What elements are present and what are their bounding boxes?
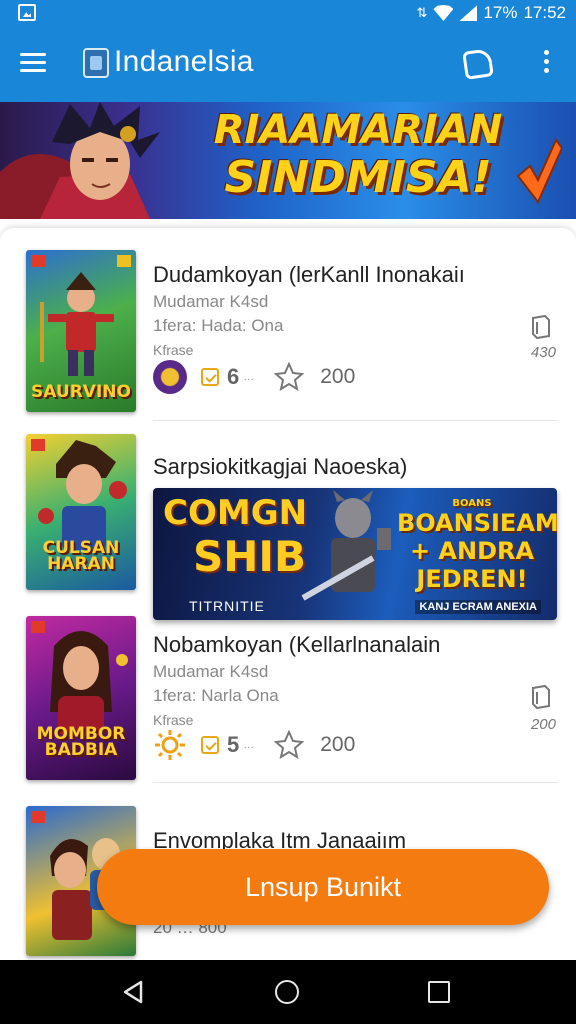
game-title[interactable]: Dudamkoyan (lerKanll Inonakaiı	[153, 262, 465, 288]
gallery-icon	[18, 4, 36, 21]
meta-author: Mudamar K4sd	[153, 292, 269, 311]
app-logo-icon	[83, 48, 109, 78]
game-title[interactable]: Sarpsiokitkagjai Naoeska)	[153, 454, 407, 480]
banner-line-2: SINDMISA!	[224, 152, 492, 203]
badge-check-icon	[201, 368, 219, 386]
side-value: 430	[530, 344, 556, 361]
divider	[153, 420, 558, 421]
rank-value: 6	[227, 364, 240, 389]
badge-check-icon	[201, 736, 219, 754]
promo-right-text: BOANS BOANSIEAM + ANDRA JEDREN!	[397, 498, 557, 593]
bookmark-icon[interactable]	[530, 314, 552, 340]
star-icon[interactable]	[273, 361, 305, 392]
wifi-icon	[433, 5, 454, 21]
rating-count: 200	[320, 365, 356, 388]
app-title: Indanelsia	[114, 45, 254, 78]
list-item[interactable]: MOMBOR BADBIA Nobamkoyan (Kellarlnanalai…	[0, 608, 576, 798]
rank-suffix: …	[243, 739, 255, 751]
star-icon[interactable]	[273, 729, 305, 760]
promo-right-line-3: JEDREN!	[416, 565, 528, 593]
divider	[153, 782, 558, 783]
meta-type: Kfrase	[153, 342, 194, 358]
list-item[interactable]: SAURVINO Dudamkoyan (lerKanll Inonakaiı …	[0, 228, 576, 421]
app-bar: Indanelsia	[0, 26, 576, 102]
meta-genre: 1fera: Hada: Ona	[153, 316, 284, 335]
banner-headline: RIAAMARIAN SINDMISA!	[208, 106, 508, 202]
hamburger-menu-icon[interactable]	[20, 53, 46, 73]
rank-value: 5	[227, 732, 240, 757]
cover-title: SAURVINO	[31, 382, 131, 402]
game-stats: 6 … 200	[153, 360, 355, 394]
battery-level: 17%	[483, 3, 518, 22]
rating-count: 200	[320, 733, 356, 756]
status-icons: ⇅ 17% 17:52	[417, 2, 566, 24]
cover-title: CULSAN HARAN	[42, 538, 120, 574]
checkmark-icon	[516, 138, 562, 204]
rank-suffix: …	[243, 371, 255, 383]
meta-author: Mudamar K4sd	[153, 662, 269, 681]
banner-line-1: RIAAMARIAN	[213, 107, 503, 153]
cover-title: MOMBOR BADBIA	[36, 724, 126, 760]
signal-icon	[459, 5, 478, 21]
promo-right-line-1: BOANSIEAM	[397, 509, 557, 537]
hero-character-image	[0, 102, 160, 219]
game-meta: Mudamar K4sd 1fera: Narla Ona Kfrase	[153, 660, 279, 732]
meta-genre: 1fera: Narla Ona	[153, 686, 279, 705]
bookmark-icon[interactable]	[530, 684, 552, 710]
side-value: 200	[530, 716, 556, 733]
game-title[interactable]: Nobamkoyan (Kellarlnanalain	[153, 632, 440, 658]
back-icon[interactable]	[122, 980, 144, 1004]
status-bar: ⇅ 17% 17:52	[0, 0, 576, 26]
game-cover-image[interactable]: CULSAN HARAN	[26, 434, 136, 590]
clock: 17:52	[523, 3, 566, 22]
recent-apps-icon[interactable]	[428, 981, 450, 1003]
home-icon[interactable]	[275, 980, 299, 1004]
game-cover-image[interactable]: SAURVINO	[26, 250, 136, 412]
promo-card[interactable]: COMGN SHIB BOANS BOANSIEAM + ANDRA JEDRE…	[153, 488, 557, 620]
data-arrows-icon: ⇅	[416, 5, 428, 20]
game-meta: Mudamar K4sd 1fera: Hada: Ona Kfrase	[153, 290, 283, 362]
promo-character-image	[301, 490, 391, 601]
game-stats: 5 … 200	[153, 728, 355, 762]
promo-left-text: COMGN SHIB	[163, 492, 307, 580]
promo-right-line-0: BOANS	[452, 498, 492, 509]
promo-left-line-2: SHIB	[193, 532, 307, 581]
primary-action-button[interactable]: Lnsup Bunikt	[97, 849, 549, 925]
guild-emblem-icon	[153, 360, 187, 394]
tag-icon[interactable]	[462, 48, 494, 80]
game-cover-image[interactable]: MOMBOR BADBIA	[26, 616, 136, 780]
promo-banner[interactable]: RIAAMARIAN SINDMISA!	[0, 102, 576, 219]
system-nav-bar	[0, 960, 576, 1024]
promo-left-line-1: COMGN	[163, 493, 308, 533]
more-options-icon[interactable]	[544, 50, 550, 76]
promo-right-line-2: + ANDRA	[409, 537, 535, 565]
sun-emblem-icon	[155, 730, 185, 760]
